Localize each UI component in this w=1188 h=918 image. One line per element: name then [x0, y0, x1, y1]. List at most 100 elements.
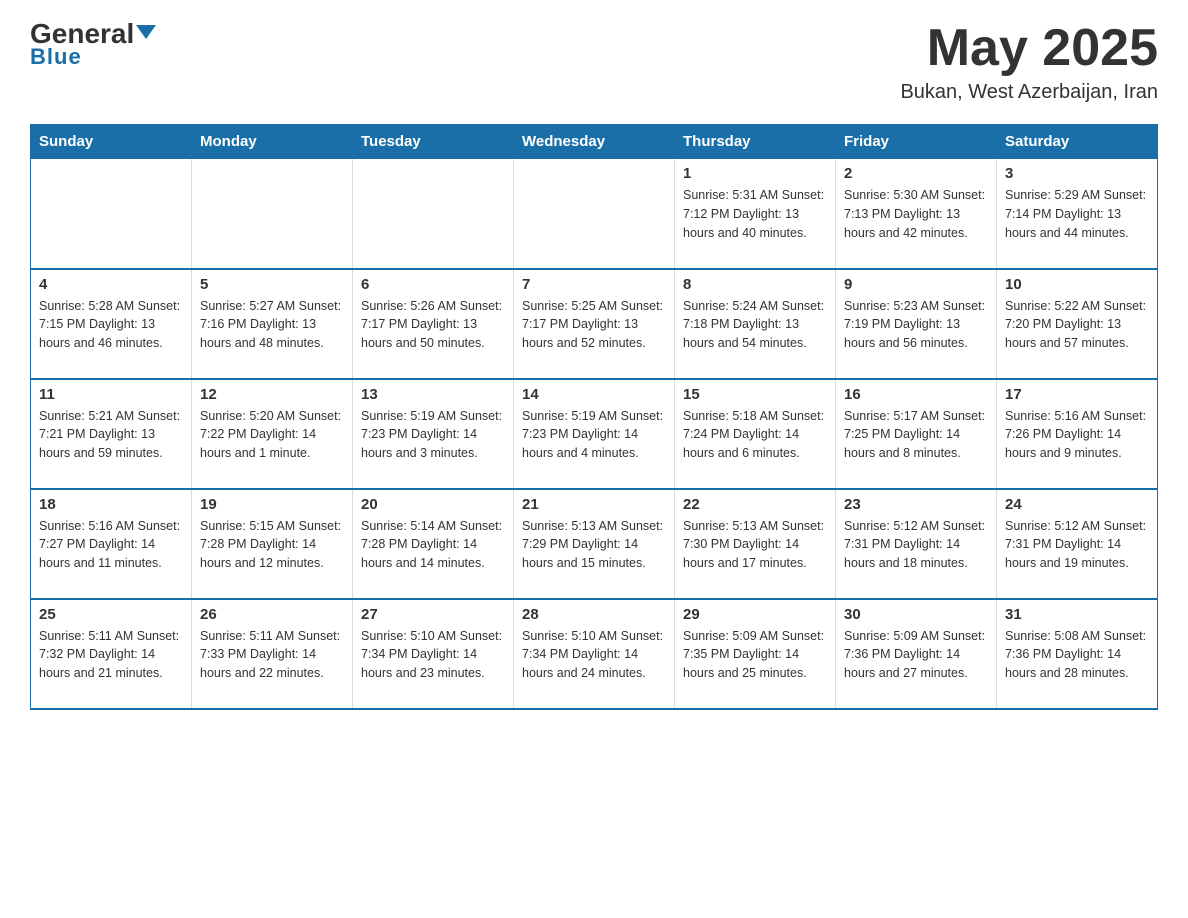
calendar-cell: 15Sunrise: 5:18 AM Sunset: 7:24 PM Dayli… [675, 379, 836, 489]
day-number: 12 [200, 386, 344, 403]
day-number: 4 [39, 276, 183, 293]
day-info: Sunrise: 5:26 AM Sunset: 7:17 PM Dayligh… [361, 297, 505, 353]
day-info: Sunrise: 5:10 AM Sunset: 7:34 PM Dayligh… [522, 627, 666, 683]
logo: General Blue [30, 20, 156, 70]
col-friday: Friday [836, 125, 997, 159]
calendar-cell: 16 Sunrise: 5:17 AM Sunset: 7:25 PM Dayli… [836, 379, 997, 489]
day-number: 5 [200, 276, 344, 293]
day-info: Sunrise: 5:09 AM Sunset: 7:36 PM Dayligh… [844, 627, 988, 683]
calendar-cell: 5 Sunrise: 5:27 AM Sunset: 7:16 PM Daylig… [192, 269, 353, 379]
calendar-cell: 4 Sunrise: 5:28 AM Sunset: 7:15 PM Daylig… [31, 269, 192, 379]
day-number: 17 [1005, 386, 1149, 403]
calendar-cell [192, 159, 353, 269]
day-info: Sunrise: 5:19 AM Sunset: 7:23 PM Dayligh… [522, 407, 666, 463]
day-info: Sunrise: 5:28 AM Sunset: 7:15 PM Dayligh… [39, 297, 183, 353]
day-number: 10 [1005, 276, 1149, 293]
calendar-row: 25 Sunrise: 5:11 AM Sunset: 7:32 PM Dayli… [31, 599, 1158, 709]
day-info: Sunrise: 5:09 AM Sunset: 7:35 PM Dayligh… [683, 627, 827, 683]
col-monday: Monday [192, 125, 353, 159]
calendar-row: 18 Sunrise: 5:16 AM Sunset: 7:27 PM Dayli… [31, 489, 1158, 599]
col-sunday: Sunday [31, 125, 192, 159]
calendar-cell [353, 159, 514, 269]
calendar-cell: 22Sunrise: 5:13 AM Sunset: 7:30 PM Dayli… [675, 489, 836, 599]
calendar-cell [31, 159, 192, 269]
title-block: May 2025 Bukan, West Azerbaijan, Iran [900, 20, 1158, 104]
calendar-cell: 18 Sunrise: 5:16 AM Sunset: 7:27 PM Dayli… [31, 489, 192, 599]
day-number: 25 [39, 606, 183, 623]
day-number: 2 [844, 165, 988, 182]
main-title: May 2025 [900, 20, 1158, 77]
calendar-cell: 2 Sunrise: 5:30 AM Sunset: 7:13 PM Daylig… [836, 159, 997, 269]
calendar-cell: 27Sunrise: 5:10 AM Sunset: 7:34 PM Dayli… [353, 599, 514, 709]
calendar-row: 4 Sunrise: 5:28 AM Sunset: 7:15 PM Daylig… [31, 269, 1158, 379]
calendar-cell: 24Sunrise: 5:12 AM Sunset: 7:31 PM Dayli… [997, 489, 1158, 599]
col-tuesday: Tuesday [353, 125, 514, 159]
calendar-cell: 1 Sunrise: 5:31 AM Sunset: 7:12 PM Daylig… [675, 159, 836, 269]
calendar-cell: 25 Sunrise: 5:11 AM Sunset: 7:32 PM Dayli… [31, 599, 192, 709]
day-number: 3 [1005, 165, 1149, 182]
calendar-cell: 9 Sunrise: 5:23 AM Sunset: 7:19 PM Daylig… [836, 269, 997, 379]
day-info: Sunrise: 5:12 AM Sunset: 7:31 PM Dayligh… [1005, 517, 1149, 573]
day-info: Sunrise: 5:13 AM Sunset: 7:29 PM Dayligh… [522, 517, 666, 573]
day-info: Sunrise: 5:27 AM Sunset: 7:16 PM Dayligh… [200, 297, 344, 353]
day-info: Sunrise: 5:31 AM Sunset: 7:12 PM Dayligh… [683, 186, 827, 242]
day-info: Sunrise: 5:30 AM Sunset: 7:13 PM Dayligh… [844, 186, 988, 242]
day-number: 13 [361, 386, 505, 403]
calendar-cell: 14 Sunrise: 5:19 AM Sunset: 7:23 PM Dayli… [514, 379, 675, 489]
calendar-row: 1 Sunrise: 5:31 AM Sunset: 7:12 PM Daylig… [31, 159, 1158, 269]
col-saturday: Saturday [997, 125, 1158, 159]
day-info: Sunrise: 5:12 AM Sunset: 7:31 PM Dayligh… [844, 517, 988, 573]
calendar-cell: 8 Sunrise: 5:24 AM Sunset: 7:18 PM Daylig… [675, 269, 836, 379]
day-number: 30 [844, 606, 988, 623]
day-info: Sunrise: 5:13 AM Sunset: 7:30 PM Dayligh… [683, 517, 827, 573]
calendar-cell: 30 Sunrise: 5:09 AM Sunset: 7:36 PM Dayli… [836, 599, 997, 709]
calendar-body: 1 Sunrise: 5:31 AM Sunset: 7:12 PM Daylig… [31, 159, 1158, 709]
calendar-cell: 11 Sunrise: 5:21 AM Sunset: 7:21 PM Dayli… [31, 379, 192, 489]
day-number: 18 [39, 496, 183, 513]
day-number: 20 [361, 496, 505, 513]
day-number: 23 [844, 496, 988, 513]
day-number: 15 [683, 386, 827, 403]
day-number: 21 [522, 496, 666, 513]
calendar-cell: 19 Sunrise: 5:15 AM Sunset: 7:28 PM Dayli… [192, 489, 353, 599]
header-row: Sunday Monday Tuesday Wednesday Thursday… [31, 125, 1158, 159]
day-info: Sunrise: 5:08 AM Sunset: 7:36 PM Dayligh… [1005, 627, 1149, 683]
day-info: Sunrise: 5:15 AM Sunset: 7:28 PM Dayligh… [200, 517, 344, 573]
calendar-header: Sunday Monday Tuesday Wednesday Thursday… [31, 125, 1158, 159]
day-number: 27 [361, 606, 505, 623]
page-header: General Blue May 2025 Bukan, West Azerba… [30, 20, 1158, 104]
day-info: Sunrise: 5:11 AM Sunset: 7:32 PM Dayligh… [39, 627, 183, 683]
calendar-cell: 12 Sunrise: 5:20 AM Sunset: 7:22 PM Dayli… [192, 379, 353, 489]
day-number: 16 [844, 386, 988, 403]
calendar-cell: 23 Sunrise: 5:12 AM Sunset: 7:31 PM Dayli… [836, 489, 997, 599]
calendar-cell: 7Sunrise: 5:25 AM Sunset: 7:17 PM Daylig… [514, 269, 675, 379]
day-number: 8 [683, 276, 827, 293]
calendar-cell: 28 Sunrise: 5:10 AM Sunset: 7:34 PM Dayli… [514, 599, 675, 709]
day-info: Sunrise: 5:17 AM Sunset: 7:25 PM Dayligh… [844, 407, 988, 463]
day-info: Sunrise: 5:11 AM Sunset: 7:33 PM Dayligh… [200, 627, 344, 683]
day-number: 11 [39, 386, 183, 403]
day-number: 26 [200, 606, 344, 623]
day-number: 19 [200, 496, 344, 513]
day-info: Sunrise: 5:24 AM Sunset: 7:18 PM Dayligh… [683, 297, 827, 353]
day-info: Sunrise: 5:23 AM Sunset: 7:19 PM Dayligh… [844, 297, 988, 353]
subtitle: Bukan, West Azerbaijan, Iran [900, 81, 1158, 104]
calendar-cell: 29Sunrise: 5:09 AM Sunset: 7:35 PM Dayli… [675, 599, 836, 709]
col-thursday: Thursday [675, 125, 836, 159]
day-number: 28 [522, 606, 666, 623]
calendar-table: Sunday Monday Tuesday Wednesday Thursday… [30, 124, 1158, 710]
logo-triangle-icon [136, 25, 156, 39]
day-info: Sunrise: 5:16 AM Sunset: 7:27 PM Dayligh… [39, 517, 183, 573]
day-number: 14 [522, 386, 666, 403]
day-info: Sunrise: 5:20 AM Sunset: 7:22 PM Dayligh… [200, 407, 344, 463]
day-info: Sunrise: 5:29 AM Sunset: 7:14 PM Dayligh… [1005, 186, 1149, 242]
day-info: Sunrise: 5:21 AM Sunset: 7:21 PM Dayligh… [39, 407, 183, 463]
calendar-cell: 3 Sunrise: 5:29 AM Sunset: 7:14 PM Daylig… [997, 159, 1158, 269]
day-info: Sunrise: 5:14 AM Sunset: 7:28 PM Dayligh… [361, 517, 505, 573]
day-number: 7 [522, 276, 666, 293]
day-number: 9 [844, 276, 988, 293]
day-number: 31 [1005, 606, 1149, 623]
day-number: 1 [683, 165, 827, 182]
calendar-cell: 20 Sunrise: 5:14 AM Sunset: 7:28 PM Dayli… [353, 489, 514, 599]
day-info: Sunrise: 5:19 AM Sunset: 7:23 PM Dayligh… [361, 407, 505, 463]
